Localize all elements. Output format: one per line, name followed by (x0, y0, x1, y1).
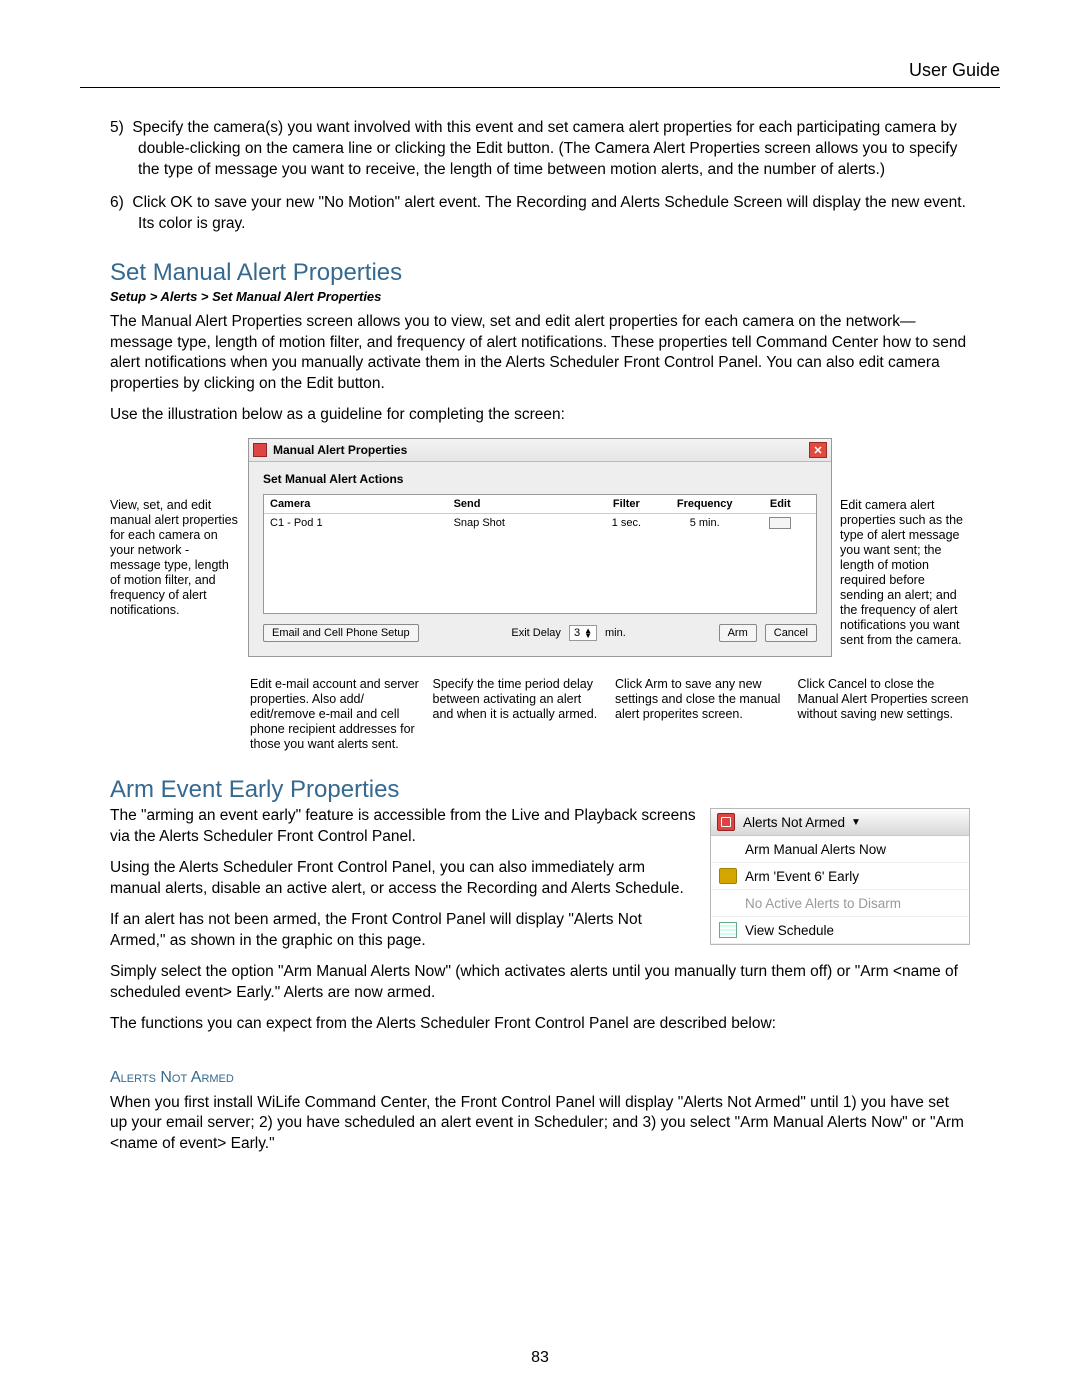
callout-delay: Specify the time period delay between ac… (433, 677, 606, 752)
app-icon (253, 443, 267, 457)
menu-item-arm-manual[interactable]: Arm Manual Alerts Now (711, 836, 969, 863)
section-arm-event-title: Arm Event Early Properties (110, 776, 970, 804)
edit-row-button[interactable] (769, 517, 791, 529)
col-send: Send (454, 498, 594, 510)
schedule-icon (719, 922, 737, 938)
blank-icon (719, 895, 737, 911)
close-icon[interactable]: ✕ (809, 442, 827, 458)
chevron-down-icon: ▼ (851, 817, 861, 828)
callout-email: Edit e-mail account and server propertie… (250, 677, 423, 752)
callout-right: Edit camera alert properties such as the… (840, 438, 970, 657)
exit-delay-input[interactable]: 3 ▲▼ (569, 625, 597, 641)
paragraph: The Manual Alert Properties screen allow… (110, 312, 970, 396)
list-item: 5) Specify the camera(s) you want involv… (110, 118, 970, 181)
table-row[interactable]: C1 - Pod 1 Snap Shot 1 sec. 5 min. (264, 514, 816, 532)
callout-arm: Click Arm to save any new settings and c… (615, 677, 788, 752)
manual-alert-properties-dialog: Manual Alert Properties ✕ Set Manual Ale… (248, 438, 832, 657)
list-item: 6) Click OK to save your new "No Motion"… (110, 193, 970, 235)
menu-item-arm-event6[interactable]: Arm 'Event 6' Early (711, 863, 969, 890)
under-dialog-callouts: Edit e-mail account and server propertie… (250, 677, 970, 752)
cancel-button[interactable]: Cancel (765, 624, 817, 642)
blank-icon (719, 841, 737, 857)
dialog-subtitle: Set Manual Alert Actions (263, 472, 817, 486)
paragraph: When you first install WiLife Command Ce… (110, 1093, 970, 1156)
header-title: User Guide (909, 60, 1000, 80)
paragraph: Simply select the option "Arm Manual Ale… (110, 962, 970, 1004)
subhead-alerts-not-armed: Alerts Not Armed (110, 1069, 970, 1087)
alerts-status-dropdown[interactable]: Alerts Not Armed ▼ (711, 809, 969, 836)
section-set-manual-title: Set Manual Alert Properties (110, 259, 970, 287)
numbered-steps: 5) Specify the camera(s) you want involv… (110, 118, 970, 235)
callout-cancel: Click Cancel to close the Manual Alert P… (798, 677, 971, 752)
spinner-arrows-icon[interactable]: ▲▼ (584, 628, 592, 639)
arm-button[interactable]: Arm (719, 624, 757, 642)
dialog-title: Manual Alert Properties (273, 443, 809, 457)
shield-icon (717, 813, 735, 831)
menu-item-no-active-alerts: No Active Alerts to Disarm (711, 890, 969, 917)
exit-delay-unit: min. (605, 627, 626, 639)
paragraph: Use the illustration below as a guidelin… (110, 405, 970, 426)
alerts-front-control-panel: Alerts Not Armed ▼ Arm Manual Alerts Now… (710, 808, 970, 945)
exit-delay-label: Exit Delay (511, 627, 561, 639)
col-camera: Camera (270, 498, 454, 510)
badge-icon (719, 868, 737, 884)
col-edit: Edit (751, 498, 810, 510)
page-number: 83 (0, 1349, 1080, 1367)
callout-left: View, set, and edit manual alert propert… (110, 438, 240, 657)
col-filter: Filter (594, 498, 659, 510)
col-frequency: Frequency (659, 498, 751, 510)
email-setup-button[interactable]: Email and Cell Phone Setup (263, 624, 419, 642)
alerts-status-label: Alerts Not Armed (743, 815, 845, 830)
page-header: User Guide (80, 60, 1000, 88)
paragraph: The functions you can expect from the Al… (110, 1014, 970, 1035)
alert-grid: Camera Send Filter Frequency Edit C1 - P… (263, 494, 817, 614)
menu-item-view-schedule[interactable]: View Schedule (711, 917, 969, 944)
breadcrumb: Setup > Alerts > Set Manual Alert Proper… (110, 289, 970, 304)
